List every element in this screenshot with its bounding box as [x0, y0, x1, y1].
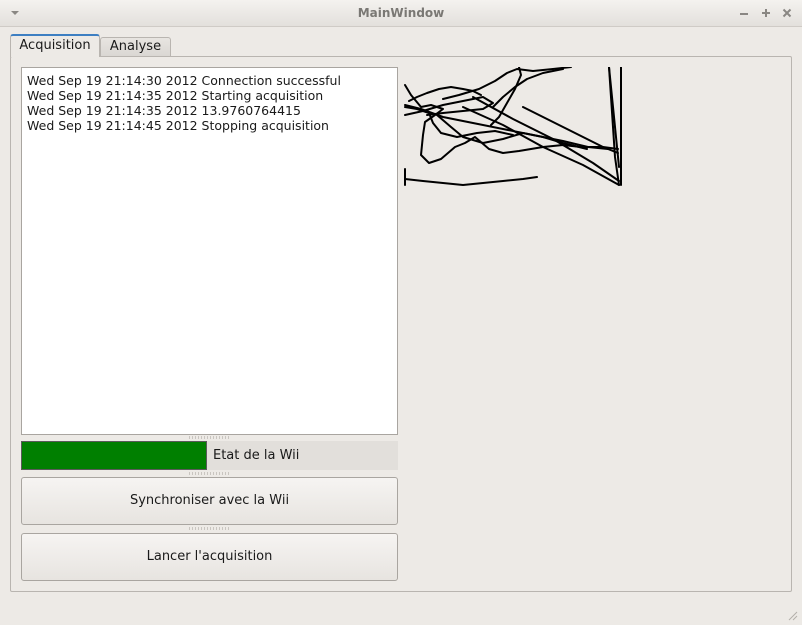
resize-grip-icon[interactable] — [786, 609, 798, 621]
wii-status-label: Etat de la Wii — [213, 448, 300, 463]
tab-acquisition[interactable]: Acquisition — [10, 34, 100, 57]
window-title: MainWindow — [357, 6, 445, 20]
tab-analyse[interactable]: Analyse — [100, 37, 171, 57]
splitter-handle[interactable] — [189, 527, 229, 530]
title-bar[interactable]: MainWindow — [0, 0, 802, 27]
log-line: Wed Sep 19 21:14:45 2012 Stopping acquis… — [27, 118, 329, 133]
splitter-handle[interactable] — [189, 472, 229, 475]
wii-status-indicator — [21, 441, 207, 470]
minimize-icon[interactable] — [737, 6, 751, 20]
log-output[interactable]: Wed Sep 19 21:14:30 2012 Connection succ… — [21, 67, 398, 435]
maximize-icon[interactable] — [759, 6, 773, 20]
log-line: Wed Sep 19 21:14:35 2012 Starting acquis… — [27, 88, 324, 103]
splitter-handle[interactable] — [189, 436, 229, 439]
trace-stroke — [490, 67, 522, 126]
sync-wii-button[interactable]: Synchroniser avec la Wii — [21, 477, 398, 525]
trace-stroke — [404, 176, 538, 186]
log-line: Wed Sep 19 21:14:30 2012 Connection succ… — [27, 73, 341, 88]
start-acquisition-button[interactable]: Lancer l'acquisition — [21, 533, 398, 581]
acquisition-trace-plot — [404, 67, 622, 186]
log-line: Wed Sep 19 21:14:35 2012 13.9760764415 — [27, 103, 301, 118]
close-icon[interactable] — [780, 6, 794, 20]
trace-stroke — [472, 96, 620, 182]
wii-status-row: Etat de la Wii — [21, 441, 398, 470]
